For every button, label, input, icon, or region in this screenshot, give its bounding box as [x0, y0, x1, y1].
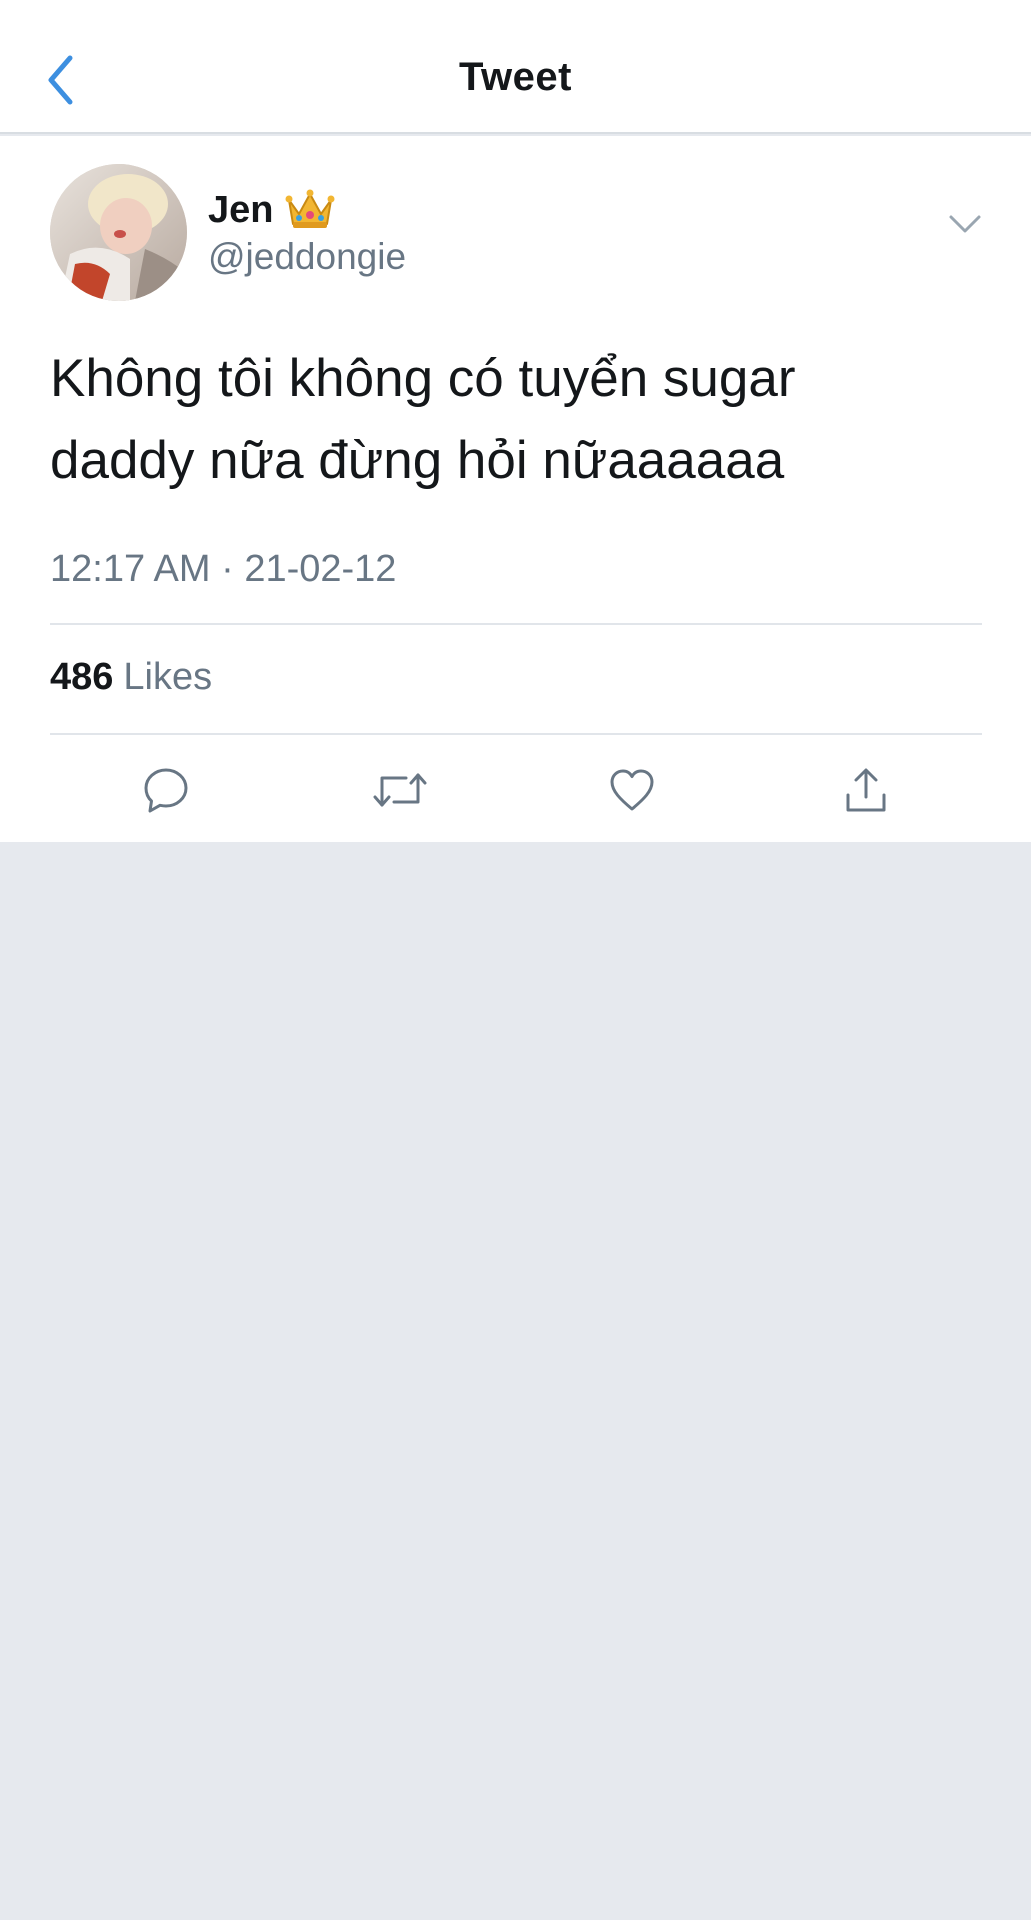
user-handle[interactable]: @jeddongie: [208, 236, 406, 278]
crown-icon: [285, 189, 335, 228]
tweet-detail-screen: Tweet Jen @jeddongie Không tôi không có …: [0, 0, 1031, 1920]
likes-count-link[interactable]: 486 Likes: [50, 656, 212, 699]
divider: [50, 623, 982, 625]
like-button[interactable]: [592, 750, 672, 830]
retweet-icon: [373, 773, 427, 807]
likes-label: Likes: [123, 656, 213, 698]
retweet-button[interactable]: [360, 750, 440, 830]
tweet-text: Không tôi không có tuyển sugar daddy nữa…: [50, 349, 796, 490]
display-name: Jen: [208, 188, 274, 231]
tweet-card: Jen @jeddongie Không tôi không có tuyển …: [0, 136, 1031, 842]
divider: [50, 733, 982, 735]
share-button[interactable]: [826, 750, 906, 830]
author-name-row[interactable]: Jen: [208, 188, 335, 232]
heart-icon: [610, 769, 654, 811]
avatar-photo: [50, 164, 187, 301]
nav-header: Tweet: [0, 0, 1031, 134]
page-title: Tweet: [459, 55, 572, 99]
tweet-actions-bar: [0, 750, 1031, 830]
likes-count: 486: [50, 656, 114, 698]
reply-icon: [144, 768, 188, 813]
reply-button[interactable]: [126, 750, 206, 830]
chevron-down-icon[interactable]: [947, 212, 983, 236]
avatar[interactable]: [50, 164, 187, 301]
share-icon: [846, 768, 886, 812]
tweet-timestamp: 12:17 AM · 21-02-12: [50, 548, 397, 590]
